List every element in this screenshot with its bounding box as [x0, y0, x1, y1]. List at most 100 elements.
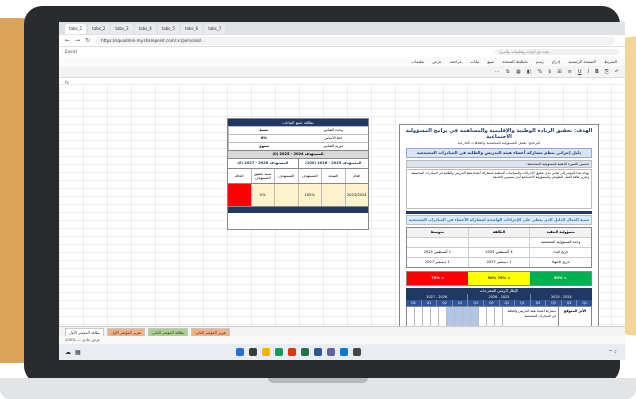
grid-cell[interactable]: 1 ديسمبر 2027	[469, 258, 531, 267]
app-header: Excel بحث عن أدوات، وتعليمات، والمزيد	[59, 47, 625, 57]
data-collection-card: بطاقة جمع البيانات نسبة وحدة القياس 0% خ…	[227, 118, 369, 230]
card-value: 0%	[228, 135, 299, 142]
undo-icon[interactable]: ↶	[615, 69, 619, 75]
ribbon-tab[interactable]: بيانات	[470, 59, 480, 64]
quarter-label: Q4	[531, 300, 547, 306]
grid-cell[interactable]	[407, 238, 469, 247]
chrome-icon[interactable]	[274, 348, 283, 356]
spreadsheet-grid[interactable]: بطاقة جمع البيانات نسبة وحدة القياس 0% خ…	[59, 84, 625, 354]
ribbon-tab[interactable]: الشريط	[604, 59, 617, 64]
value-cell[interactable]: 100%	[298, 184, 322, 206]
column-header: العام	[353, 174, 361, 178]
browser-tab[interactable]: tabs_2	[88, 23, 110, 34]
app-icon[interactable]	[352, 348, 361, 356]
status-legend: > 90% < 70% 90% < 70%	[406, 271, 592, 286]
card-footer	[228, 206, 368, 213]
legend-green: > 90%	[529, 272, 591, 285]
percent-icon[interactable]: %	[537, 69, 542, 75]
volume-icon: ♪	[614, 350, 617, 355]
grid-cell[interactable]: تاريخ الانتهاء	[530, 258, 591, 267]
indicator-formula: نسبة اكتمال الدليل الذي يعطي على الإجراء…	[406, 215, 592, 225]
forward-icon[interactable]: →	[75, 37, 80, 44]
grid-cell[interactable]: 1 ديسمبر 2027	[407, 258, 469, 267]
value-cell[interactable]: 2023/2024	[345, 184, 368, 206]
period-label: المستهدف 2026 - 2027 (0)	[237, 161, 289, 165]
grid-cell[interactable]: وحدة المسؤولية المجتمعية	[530, 238, 591, 247]
office-icon[interactable]	[287, 348, 296, 356]
search-icon[interactable]	[248, 348, 257, 356]
quarter-label: Q4	[406, 300, 422, 306]
browser-tab[interactable]: tabs_1	[65, 23, 87, 34]
currency-icon[interactable]: $	[548, 69, 551, 75]
grid-cell[interactable]: 1 أغسطس 2025	[407, 248, 469, 257]
quarter-label: Q2	[437, 300, 453, 306]
status-bar: 100% — عرض عادي	[59, 336, 625, 344]
weather-icon[interactable]: ☁	[65, 349, 71, 356]
borders-icon[interactable]: ▦	[516, 69, 521, 75]
browser-tab[interactable]: tabs_5	[157, 23, 179, 34]
word-icon[interactable]	[313, 348, 322, 356]
fill-color-icon[interactable]: ◧	[527, 69, 532, 75]
periods-row: المستهدف 2026 - 2027 (0) المستهدف 2025 -…	[228, 158, 368, 168]
ribbon-tab[interactable]: إدراج	[552, 59, 561, 64]
legend-yellow: < 70% 90%	[468, 272, 530, 285]
grid-cell[interactable]: 4 أغسطس 2025	[469, 248, 531, 257]
screen: tabs_1 tabs_2 tabs_3 tabs_4 tabs_5 tabs_…	[59, 22, 625, 360]
widgets-icon[interactable]: ▦	[75, 349, 81, 356]
url-input[interactable]: https://squadmin-my.sharepoint.com/:x:/p…	[95, 36, 615, 45]
card-key: خط الأساس	[324, 136, 343, 140]
card-key: وحدة القياس	[323, 128, 343, 132]
app-name: Excel	[65, 49, 77, 55]
teams-icon[interactable]	[326, 348, 335, 356]
paste-icon[interactable]: ⎘	[605, 69, 609, 75]
column-header: المستهدف	[275, 169, 299, 183]
quarter-label: Q1	[515, 300, 531, 306]
sort-icon[interactable]: ⇅	[506, 69, 510, 75]
ribbon-tab[interactable]: رسم	[536, 59, 544, 64]
value-cell[interactable]	[275, 184, 299, 206]
ribbon-tab[interactable]: تعليمات	[411, 59, 424, 64]
status-cell[interactable]	[228, 184, 252, 206]
reload-icon[interactable]: ↻	[85, 37, 90, 44]
system-tray[interactable]: ⌔ ♪	[608, 349, 625, 355]
grid-cell[interactable]: تاريخ البدء	[530, 248, 591, 257]
start-icon[interactable]	[235, 348, 244, 356]
ribbon-tab[interactable]: الصفحة الرئيسية	[568, 59, 596, 64]
legend-red: < 70%	[407, 272, 469, 285]
ribbon-tab[interactable]: صيغ	[487, 59, 494, 64]
period-label: المستهدف 2025 - 2026 (100)	[297, 159, 369, 168]
align-icon[interactable]: ≡	[568, 69, 572, 75]
more-icon[interactable]: ⋯	[495, 69, 500, 75]
taskbar: ☁ ▦ ⌔ ♪	[59, 344, 625, 360]
laptop-notch	[268, 378, 368, 383]
column-header: الحالة	[228, 169, 252, 183]
grid-cell[interactable]	[469, 238, 531, 247]
card-value: سنوي	[228, 143, 299, 150]
quarter-label: Q2	[562, 300, 578, 306]
browser-tab[interactable]: tabs_7	[204, 23, 226, 34]
browser-tab[interactable]: tabs_3	[111, 23, 133, 34]
quarter-label: Q3	[546, 300, 562, 306]
search-input[interactable]: بحث عن أدوات، وتعليمات، والمزيد	[495, 49, 619, 55]
browser-tab[interactable]: tabs_6	[180, 23, 203, 34]
ribbon-tab[interactable]: عرض	[432, 59, 441, 64]
italic-icon[interactable]: I	[587, 69, 588, 75]
bold-icon[interactable]: B	[595, 69, 599, 75]
browser-tab[interactable]: tabs_4	[134, 23, 156, 34]
column-headers: العام النتيجة المستهدف المستهدف نسبة تحق…	[228, 168, 368, 183]
grid-head-cell: التكلفة	[468, 228, 531, 237]
merge-icon[interactable]: ⊞	[557, 69, 561, 75]
excel-icon[interactable]	[300, 348, 309, 356]
card-row: سنوي دورية القياس	[228, 142, 368, 150]
ribbon-tab[interactable]: تخطيط الصفحة	[502, 59, 528, 64]
value-cell[interactable]	[322, 184, 346, 206]
underline-icon[interactable]: U	[578, 69, 582, 75]
outlook-icon[interactable]	[339, 348, 348, 356]
back-icon[interactable]: ←	[65, 37, 70, 44]
file-explorer-icon[interactable]	[261, 348, 270, 356]
quarter-label: Q1	[453, 300, 469, 306]
value-cell[interactable]: 0%	[251, 184, 275, 206]
ribbon-tab[interactable]: مراجعة	[450, 59, 462, 64]
grid-head-cell: مسؤولية التنفيذ	[530, 228, 591, 237]
timeline-quarters: Q1 Q2 Q3 Q4 Q1 Q2 Q3 Q4 Q1 Q2 Q3 Q4	[406, 300, 592, 306]
